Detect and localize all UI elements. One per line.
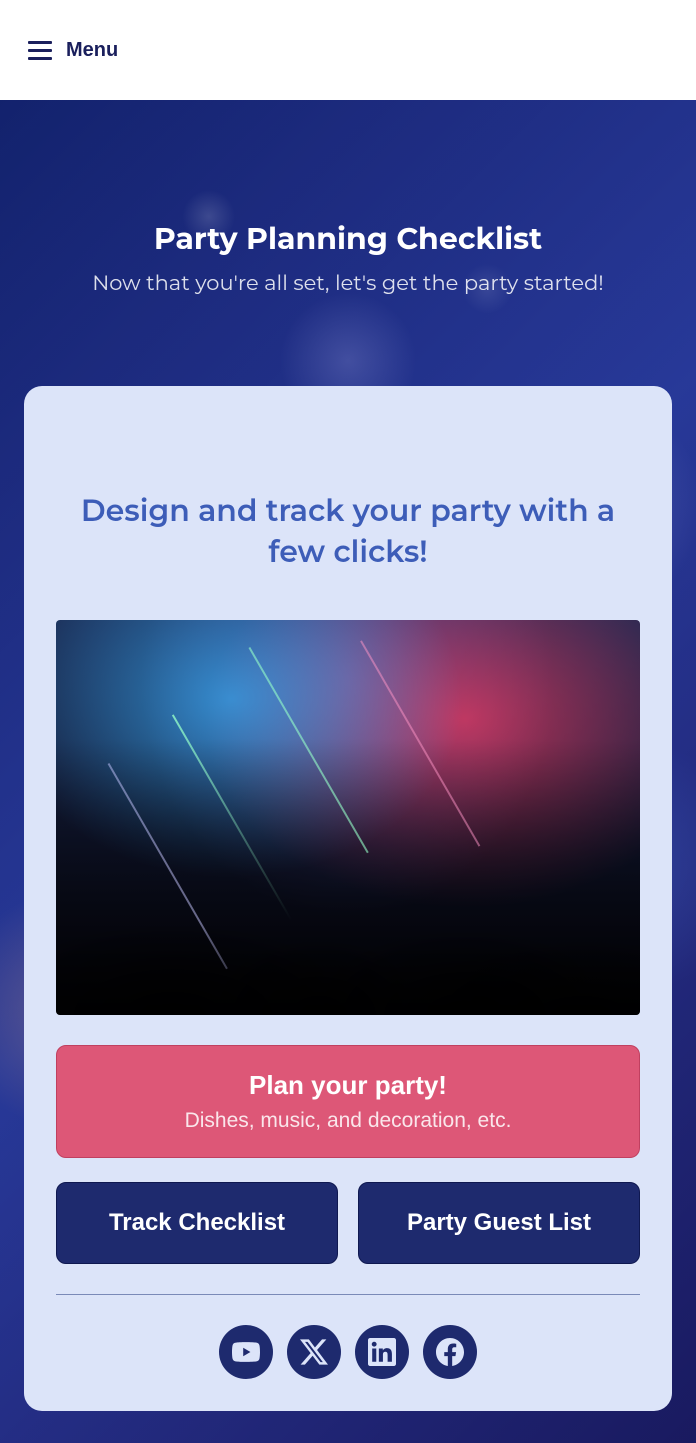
x-twitter-icon[interactable]: [287, 1325, 341, 1379]
youtube-icon[interactable]: [219, 1325, 273, 1379]
party-guest-list-button[interactable]: Party Guest List: [358, 1182, 640, 1264]
linkedin-icon[interactable]: [355, 1325, 409, 1379]
secondary-button-row: Track Checklist Party Guest List: [56, 1182, 640, 1264]
divider: [56, 1294, 640, 1295]
page-subtitle: Now that you're all set, let's get the p…: [24, 271, 672, 296]
page-title: Party Planning Checklist: [24, 220, 672, 257]
hero-section: Party Planning Checklist Now that you're…: [0, 100, 696, 386]
card-heading: Design and track your party with a few c…: [56, 491, 640, 572]
party-concert-image: [56, 620, 640, 1015]
menu-button[interactable]: Menu: [28, 39, 118, 62]
plan-party-button[interactable]: Plan your party! Dishes, music, and deco…: [56, 1045, 640, 1158]
plan-party-title: Plan your party!: [77, 1070, 619, 1101]
main-card: Design and track your party with a few c…: [24, 386, 672, 1411]
facebook-icon[interactable]: [423, 1325, 477, 1379]
social-icons-row: [56, 1325, 640, 1379]
plan-party-subtitle: Dishes, music, and decoration, etc.: [77, 1109, 619, 1133]
app-header: Menu: [0, 0, 696, 100]
track-checklist-button[interactable]: Track Checklist: [56, 1182, 338, 1264]
menu-label: Menu: [66, 39, 118, 62]
hamburger-icon: [28, 41, 52, 60]
